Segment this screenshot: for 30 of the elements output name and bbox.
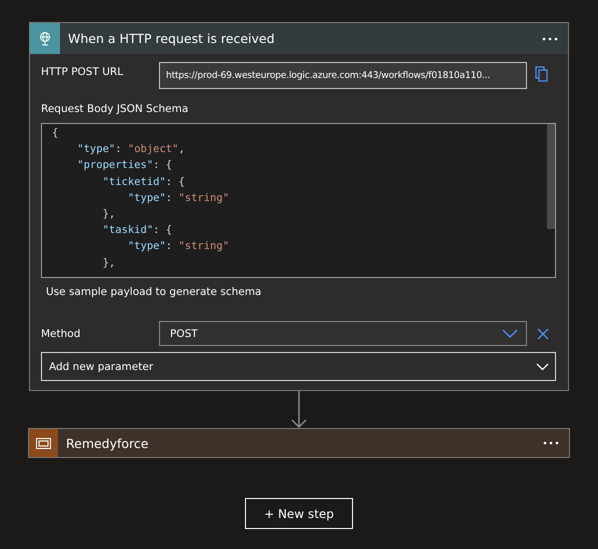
window-icon <box>36 438 51 448</box>
chevron-down-icon <box>502 329 518 338</box>
close-icon[interactable] <box>537 328 549 340</box>
code-line: }, <box>102 206 116 222</box>
url-field[interactable]: https://prod-69.westeurope.logic.azure.com:443/workflows/f01810a110... <box>159 62 527 89</box>
code-line: "properties": { <box>76 158 174 174</box>
more-icon[interactable] <box>542 36 558 40</box>
copy-icon[interactable] <box>535 66 549 82</box>
card-title: Remedyforce <box>65 436 150 450</box>
code-editor[interactable]: { "type": "object", "properties": { "ticketid": { "type": "string" }, "taskid": { "type": "string" }, <box>41 123 556 278</box>
action-card[interactable]: Remedyforce <box>28 428 570 458</box>
code-line: "ticketid": { <box>102 174 186 190</box>
sample-payload-link[interactable]: Use sample payload to generate schema <box>46 286 556 298</box>
code-line: "type": "object", <box>76 142 186 158</box>
more-icon[interactable] <box>543 441 559 445</box>
code-line: "type": "string" <box>126 239 230 254</box>
code-line: }, <box>102 256 116 270</box>
globe-icon <box>37 30 53 46</box>
code-line: "type": "string" <box>126 190 230 206</box>
add-parameter-dropdown[interactable]: Add new parameter <box>41 352 556 381</box>
field-label: HTTP POST URL <box>41 65 124 78</box>
field-label: Request Body JSON Schema <box>41 103 190 115</box>
field-label: Method <box>41 328 82 340</box>
chevron-down-icon <box>536 362 549 370</box>
code-line: "taskid": { <box>102 223 174 238</box>
method-dropdown[interactable]: POST <box>159 321 527 346</box>
code-line: { <box>52 126 60 141</box>
connector-arrow <box>291 391 307 428</box>
card-title: When a HTTP request is received <box>67 31 276 46</box>
new-step-button[interactable]: + New step <box>245 498 353 529</box>
